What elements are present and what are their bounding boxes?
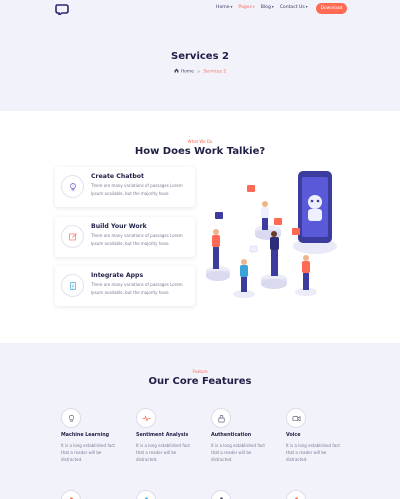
- main-menu: Home▾ Pages▾ Blog▾ Contact Us▾: [216, 5, 308, 10]
- service-description: There are many variations of passages Lo…: [91, 282, 183, 295]
- service-title: Integrate Apps: [91, 272, 144, 279]
- feature-card[interactable]: Sentiment Analysis It is a long establis…: [136, 408, 202, 464]
- lightbulb-icon: [69, 182, 76, 190]
- section-title: How Does Work Talkie?: [134, 146, 266, 157]
- edit-icon: [68, 232, 77, 240]
- home-icon: [174, 68, 179, 73]
- feature-card[interactable]: Authentication It is a long established …: [211, 408, 277, 464]
- feature-icon-wrap: [211, 408, 231, 428]
- service-card[interactable]: Create Chatbot There are many variations…: [55, 167, 195, 207]
- download-button[interactable]: Download: [316, 3, 347, 14]
- feature-description: It is a long established fact that a rea…: [286, 443, 340, 463]
- section-kicker: Feature: [192, 369, 208, 374]
- feature-title: Sentiment Analysis: [136, 433, 189, 438]
- gear-icon: [219, 496, 223, 499]
- star-icon: [294, 496, 298, 499]
- menu-item-pages[interactable]: Pages▾: [238, 5, 254, 10]
- feature-title: Voice: [286, 433, 301, 438]
- person-illustration: [261, 201, 269, 230]
- feature-icon-wrap: [136, 408, 156, 428]
- feature-description: It is a long established fact that a rea…: [211, 443, 265, 463]
- service-description: There are many variations of passages Lo…: [91, 233, 183, 246]
- chevron-down-icon: ▾: [305, 5, 308, 9]
- person-illustration: [240, 259, 248, 292]
- service-card[interactable]: Build Your Work There are many variation…: [55, 217, 195, 257]
- service-icon-wrap: [61, 274, 84, 297]
- feature-description: It is a long established fact that a rea…: [61, 443, 115, 463]
- menu-item-contact[interactable]: Contact Us▾: [280, 5, 308, 10]
- section-title: Our Core Features: [148, 376, 252, 387]
- page-title: Services 2: [171, 51, 229, 62]
- chevron-down-icon: ▾: [252, 5, 255, 9]
- feature-card[interactable]: Voice It is a long established fact that…: [286, 408, 352, 464]
- lightbulb-icon: [144, 496, 148, 499]
- chevron-down-icon: ▾: [230, 5, 233, 9]
- breadcrumb-current: Services 2: [203, 69, 227, 75]
- service-title: Create Chatbot: [91, 173, 144, 180]
- menu-item-home[interactable]: Home▾: [216, 5, 232, 10]
- person-illustration: [302, 255, 310, 290]
- feature-card[interactable]: Machine Learning It is a long establishe…: [61, 408, 127, 464]
- pulse-icon: [141, 414, 151, 422]
- service-card[interactable]: Integrate Apps There are many variations…: [55, 266, 195, 306]
- feature-title: Machine Learning: [61, 433, 110, 438]
- pulse-icon: [69, 496, 73, 499]
- person-illustration: [270, 231, 279, 276]
- section-kicker: What We Do: [187, 139, 213, 144]
- service-icon-wrap: [61, 225, 84, 248]
- top-navbar: Home▾ Pages▾ Blog▾ Contact Us▾ Download: [0, 0, 400, 18]
- video-icon: [292, 415, 300, 421]
- service-description: There are many variations of passages Lo…: [91, 183, 183, 196]
- chevron-down-icon: ▾: [271, 5, 274, 9]
- feature-description: It is a long established fact that a rea…: [136, 443, 190, 463]
- logo-icon[interactable]: [55, 3, 69, 15]
- bulb-icon: [68, 414, 74, 421]
- breadcrumb-separator: >: [196, 69, 201, 75]
- service-title: Build Your Work: [91, 223, 147, 230]
- breadcrumb: Home > Services 2: [0, 68, 400, 75]
- menu-item-blog[interactable]: Blog▾: [261, 5, 274, 10]
- feature-icon-wrap: [61, 408, 81, 428]
- service-icon-wrap: [61, 175, 84, 198]
- clipboard-icon: [69, 281, 76, 290]
- feature-title: Authentication: [211, 433, 252, 438]
- phone-illustration: [293, 171, 337, 254]
- feature-icon-wrap: [286, 408, 306, 428]
- person-illustration: [212, 229, 220, 269]
- breadcrumb-home[interactable]: Home: [181, 70, 194, 75]
- chatbot-illustration: [206, 171, 337, 298]
- lock-icon: [218, 414, 224, 422]
